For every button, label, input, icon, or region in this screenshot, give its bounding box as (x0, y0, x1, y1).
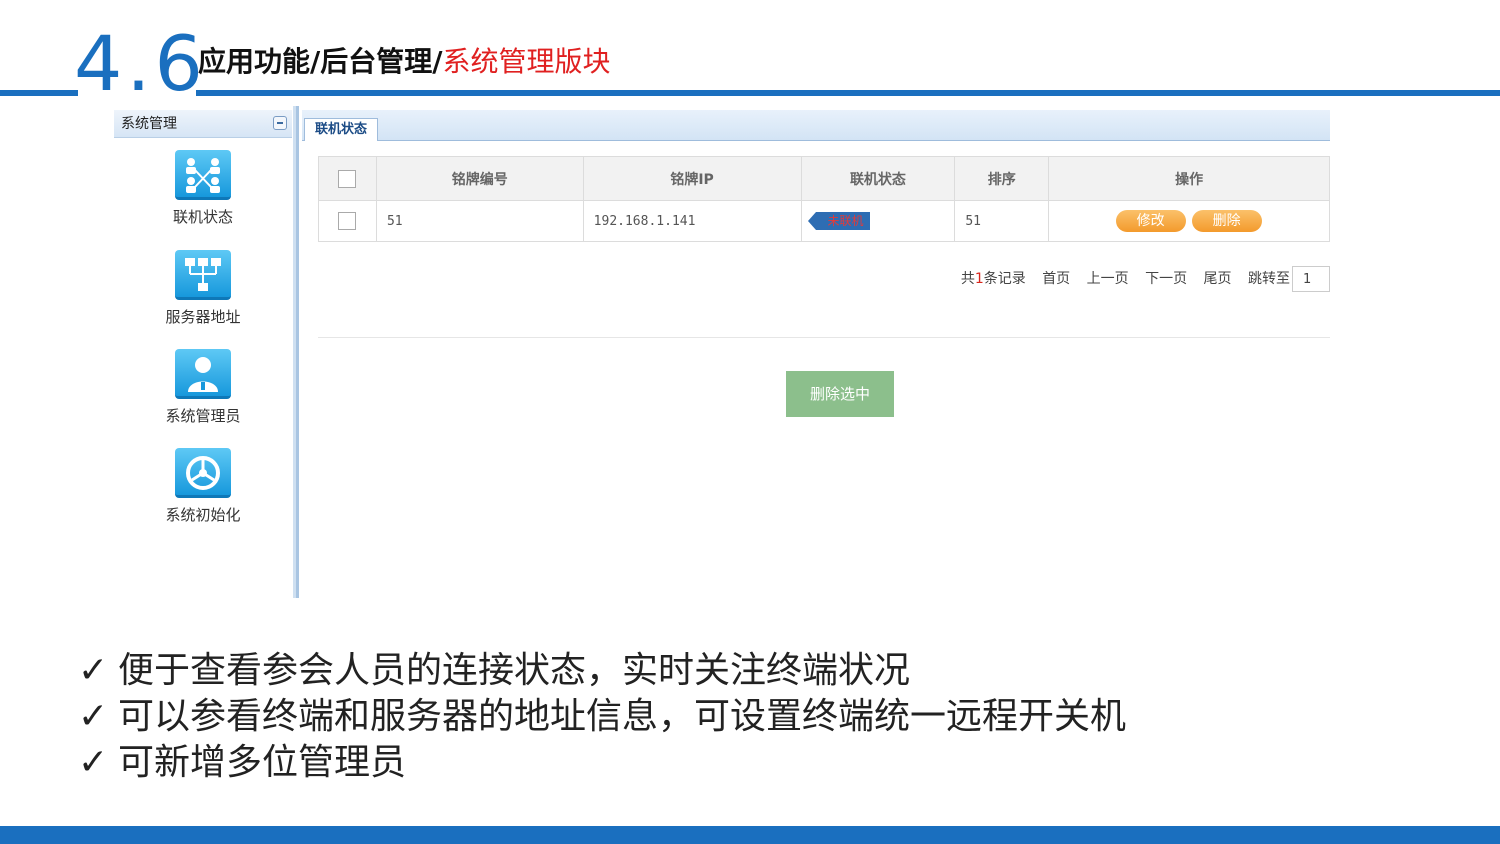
cell-actions: 修改 删除 (1048, 200, 1330, 242)
cell-online-status: 未联机 (800, 200, 956, 242)
last-page-link[interactable]: 尾页 (1204, 271, 1232, 287)
sidebar-item-label: 系统管理员 (165, 407, 241, 425)
delete-button[interactable]: 删除 (1191, 210, 1262, 232)
main-panel: 联机状态 铭牌编号 铭牌IP 联机状态 排序 操作 51 192.168.1.1… (302, 106, 1330, 598)
row-checkbox[interactable] (337, 212, 356, 230)
select-all-checkbox[interactable] (338, 169, 357, 188)
feature-list: ✓ 便于查看参会人员的连接状态，实时关注终端状况 ✓ 可以参看终端和服务器的地址信息… (78, 648, 1126, 786)
admin-user-icon (175, 349, 231, 399)
column-header[interactable]: 联机状态 (800, 156, 956, 201)
column-header[interactable]: 铭牌IP (582, 156, 802, 201)
column-header: 操作 (1048, 156, 1330, 201)
feature-item: ✓ 便于查看参会人员的连接状态，实时关注终端状况 (78, 648, 1126, 694)
sidebar-item-label: 联机状态 (172, 208, 233, 226)
sidebar-item-label: 服务器地址 (165, 308, 241, 326)
gear-icon (175, 448, 231, 498)
table-row: 51 192.168.1.141 未联机 51 修改 删除 (318, 200, 1330, 242)
online-status-table: 铭牌编号 铭牌IP 联机状态 排序 操作 51 192.168.1.141 未联… (318, 156, 1330, 242)
sidebar-item-label: 系统初始化 (165, 506, 241, 524)
jump-page-input[interactable]: 1 (1292, 266, 1330, 292)
sidebar: 系统管理 联机状态 服务器地址 系统管理员 系统初始化 (114, 106, 292, 598)
delete-selected-button[interactable]: 删除选中 (786, 371, 894, 417)
slide-title: 应用功能/后台管理/系统管理版块 (198, 44, 610, 80)
cell-plate-ip: 192.168.1.141 (582, 200, 802, 242)
record-count: 共1条记录 (960, 271, 1026, 287)
footer-bar (0, 826, 1500, 844)
checkmark-icon: ✓ (78, 696, 109, 737)
record-count-number: 1 (974, 271, 984, 287)
feature-item: ✓ 可以参看终端和服务器的地址信息，可设置终端统一远程开关机 (78, 694, 1126, 740)
prev-page-link[interactable]: 上一页 (1087, 271, 1129, 287)
cell-sort: 51 (954, 200, 1050, 242)
header-rule-left (0, 90, 78, 96)
first-page-link[interactable]: 首页 (1042, 271, 1070, 287)
sidebar-item-system-init[interactable]: 系统初始化 (114, 448, 292, 525)
admin-app: 系统管理 联机状态 服务器地址 系统管理员 系统初始化 联机状态 铭牌编号 铭牌… (114, 106, 1330, 598)
row-select-cell (318, 200, 377, 242)
pagination: 共1条记录 首页 上一页 下一页 尾页 跳转至 1 (949, 266, 1330, 294)
jump-label: 跳转至 (1248, 271, 1290, 287)
section-number: 4.6 (74, 19, 207, 108)
sidebar-item-server-address[interactable]: 服务器地址 (114, 250, 292, 327)
splitter[interactable] (292, 106, 302, 598)
sidebar-item-system-admin[interactable]: 系统管理员 (114, 349, 292, 426)
cell-plate-id: 51 (375, 200, 584, 242)
slide-title-path: 应用功能/后台管理/ (198, 45, 443, 78)
select-all-cell (318, 156, 377, 201)
table-header-row: 铭牌编号 铭牌IP 联机状态 排序 操作 (318, 156, 1330, 201)
checkmark-icon: ✓ (78, 742, 109, 783)
slide-title-highlight: 系统管理版块 (442, 45, 611, 78)
sidebar-title: 系统管理 (121, 116, 177, 132)
network-users-icon (175, 150, 231, 200)
next-page-link[interactable]: 下一页 (1145, 271, 1187, 287)
column-header[interactable]: 铭牌编号 (375, 156, 584, 201)
server-tree-icon (175, 250, 231, 300)
sidebar-header: 系统管理 (114, 110, 292, 138)
header-rule-right (196, 90, 1500, 96)
feature-item: ✓ 可新增多位管理员 (78, 740, 1126, 786)
sidebar-item-online-status[interactable]: 联机状态 (114, 150, 292, 227)
content-divider (318, 337, 1330, 338)
checkmark-icon: ✓ (78, 650, 109, 691)
status-badge: 未联机 (807, 212, 870, 230)
edit-button[interactable]: 修改 (1115, 210, 1186, 232)
collapse-icon[interactable] (273, 116, 287, 130)
tab-online-status[interactable]: 联机状态 (304, 118, 379, 141)
column-header[interactable]: 排序 (954, 156, 1050, 201)
tab-bar: 联机状态 (302, 110, 1330, 141)
